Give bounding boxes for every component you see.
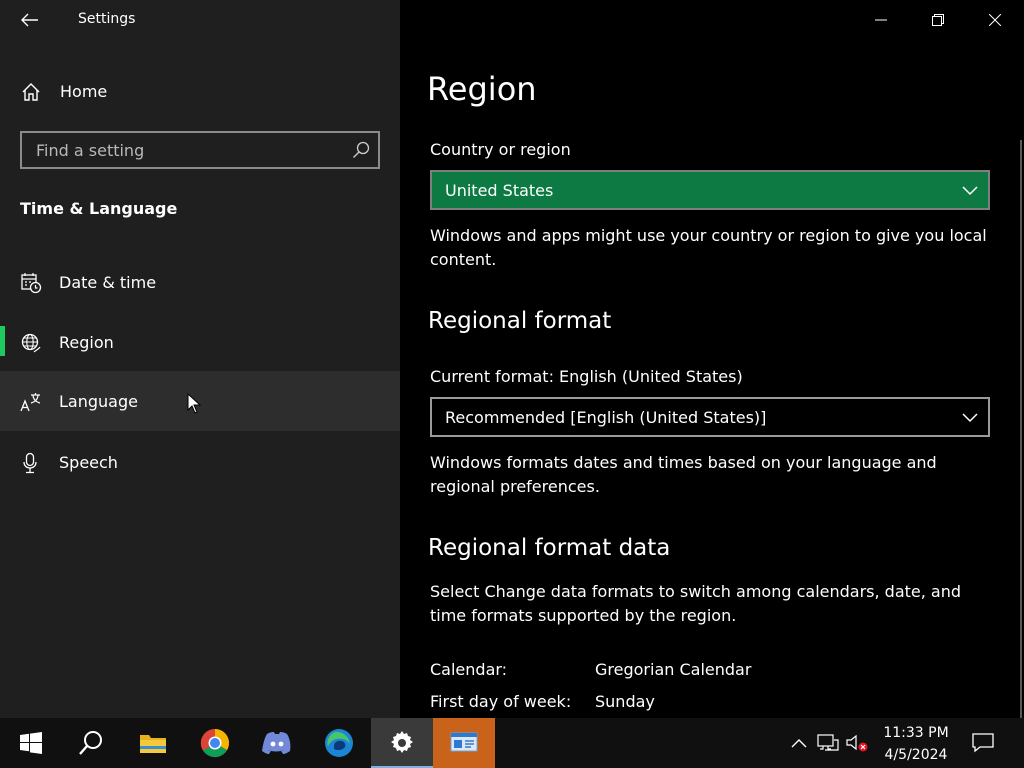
- first-day-key: First day of week:: [430, 692, 572, 711]
- close-icon: [989, 14, 1001, 26]
- edge-icon: [325, 729, 353, 757]
- sidebar-item-home[interactable]: Home: [0, 72, 400, 112]
- taskbar: 11:33 PM 4/5/2024: [0, 718, 1024, 768]
- network-tray-button[interactable]: [817, 732, 839, 754]
- sidebar-item-label: Date & time: [59, 273, 157, 292]
- control-panel-button[interactable]: [433, 718, 495, 768]
- windows-logo-icon: [20, 732, 42, 754]
- back-button[interactable]: [14, 6, 46, 34]
- discord-icon: [262, 732, 291, 754]
- calendar-value: Gregorian Calendar: [595, 660, 752, 679]
- language-icon: [20, 393, 41, 412]
- sidebar-item-region[interactable]: Region: [0, 312, 400, 372]
- back-arrow-icon: [21, 13, 38, 27]
- page-title: Region: [427, 70, 537, 108]
- sidebar-item-label: Speech: [59, 453, 118, 472]
- discord-button[interactable]: [246, 718, 308, 768]
- clock-time: 11:33 PM: [883, 725, 949, 741]
- sidebar-item-home-label: Home: [60, 82, 108, 101]
- settings-sidebar: Settings Home Time & Language Date & tim…: [0, 0, 400, 718]
- first-day-value: Sunday: [595, 692, 655, 711]
- current-format-label: Current format: English (United States): [430, 367, 743, 386]
- search-icon: [79, 731, 102, 755]
- sidebar-item-speech[interactable]: Speech: [0, 432, 400, 492]
- volume-muted-icon: [846, 734, 868, 752]
- country-dropdown[interactable]: United States: [430, 170, 990, 210]
- minimize-icon: [875, 19, 887, 21]
- control-panel-icon: [450, 732, 478, 752]
- sidebar-item-label: Language: [59, 392, 138, 411]
- country-description: Windows and apps might use your country …: [430, 226, 987, 269]
- regional-format-value: Recommended [English (United States)]: [445, 408, 767, 427]
- folder-icon: [140, 735, 166, 753]
- home-icon: [22, 83, 40, 101]
- chevron-down-icon: [962, 186, 978, 196]
- format-data-description: Select Change data formats to switch amo…: [430, 582, 962, 625]
- chrome-button[interactable]: [184, 718, 246, 768]
- scrollbar[interactable]: [1020, 140, 1022, 718]
- edge-button[interactable]: [308, 718, 370, 768]
- mouse-cursor-icon: [187, 393, 201, 414]
- restore-icon: [932, 14, 944, 26]
- section-heading: Time & Language: [20, 199, 178, 218]
- search-input[interactable]: [22, 133, 342, 167]
- sidebar-item-label: Region: [59, 333, 114, 352]
- sidebar-item-date-time[interactable]: Date & time: [0, 252, 400, 312]
- country-value: United States: [445, 181, 554, 200]
- format-data-title: Regional format data: [428, 535, 671, 561]
- regional-format-description: Windows formats dates and times based on…: [430, 453, 937, 496]
- app-title: Settings: [78, 11, 136, 27]
- gear-icon: [391, 731, 413, 753]
- regional-format-title: Regional format: [428, 308, 612, 334]
- search-box[interactable]: [20, 131, 380, 169]
- start-button[interactable]: [0, 718, 62, 768]
- microphone-icon: [23, 452, 37, 474]
- minimize-button[interactable]: [853, 0, 909, 40]
- regional-format-dropdown[interactable]: Recommended [English (United States)]: [430, 397, 990, 437]
- calendar-clock-icon: [21, 273, 42, 294]
- calendar-key: Calendar:: [430, 660, 508, 679]
- region-page: Region Country or region United States W…: [400, 0, 1024, 718]
- restore-button[interactable]: [910, 0, 966, 40]
- chrome-icon: [200, 728, 229, 758]
- volume-tray-button[interactable]: [846, 732, 868, 754]
- chevron-up-icon: [791, 739, 807, 748]
- selection-indicator: [0, 326, 5, 356]
- chevron-down-icon: [962, 413, 978, 423]
- search-icon[interactable]: [352, 141, 370, 159]
- clock[interactable]: 11:33 PM 4/5/2024: [870, 722, 962, 766]
- show-hidden-icons-button[interactable]: [788, 732, 810, 754]
- file-explorer-button[interactable]: [122, 718, 184, 768]
- network-icon: [817, 734, 839, 751]
- country-label: Country or region: [430, 140, 571, 159]
- clock-date: 4/5/2024: [884, 747, 948, 763]
- notification-icon: [972, 733, 994, 753]
- action-center-button[interactable]: [972, 732, 994, 754]
- globe-icon: [21, 333, 41, 353]
- taskbar-search-button[interactable]: [60, 718, 122, 768]
- close-button[interactable]: [967, 0, 1023, 40]
- settings-taskbar-button[interactable]: [371, 718, 433, 768]
